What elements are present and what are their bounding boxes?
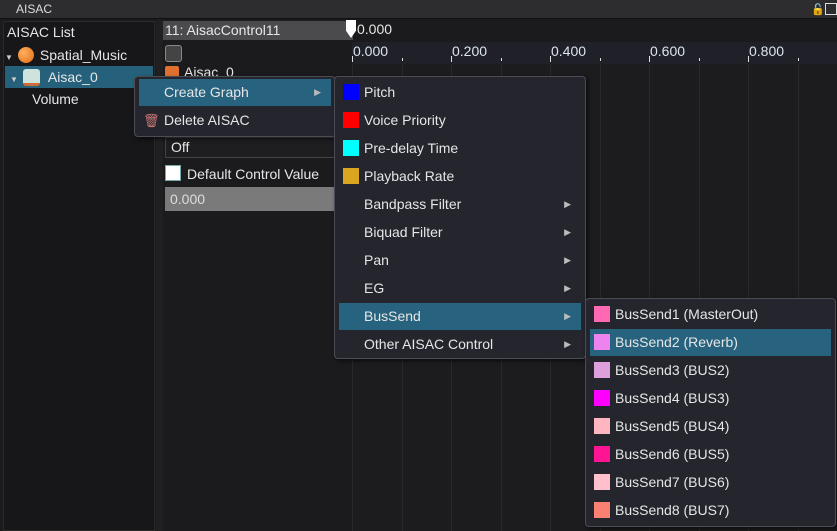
menu-item-other-aisac-control[interactable]: Other AISAC Control ▶ (339, 331, 581, 358)
menu-item-biquad-filter[interactable]: Biquad Filter ▶ (339, 219, 581, 246)
ruler-tick (401, 58, 403, 61)
menu-item-eg[interactable]: EG ▶ (339, 275, 581, 302)
color-swatch (594, 334, 610, 350)
hamburger-menu-icon[interactable] (165, 45, 182, 62)
menu-item-bussend4-bus3[interactable]: BusSend4 (BUS3) (590, 385, 831, 412)
tree-item-volume[interactable]: Volume (5, 88, 153, 110)
color-swatch (594, 390, 610, 406)
tree-label: Volume (32, 91, 79, 107)
mode-dropdown[interactable]: Off (165, 137, 335, 158)
default-value-field[interactable]: 0.000 (165, 187, 335, 211)
menu-item-bussend6-bus5[interactable]: BusSend6 (BUS5) (590, 441, 831, 468)
create-graph-submenu: Pitch Voice Priority Pre-delay Time Playbac… (334, 76, 586, 359)
menu-label: BusSend4 (BUS3) (615, 390, 730, 406)
menu-label: BusSend8 (BUS7) (615, 502, 730, 518)
color-swatch (594, 502, 610, 518)
restore-icon[interactable] (825, 3, 837, 15)
tree-label: Aisac_0 (47, 69, 98, 85)
color-swatch (594, 362, 610, 378)
chevron-right-icon: ▶ (314, 87, 321, 97)
menu-item-create-graph[interactable]: Create Graph ▶ (139, 79, 331, 106)
menu-label: Delete AISAC (164, 112, 250, 128)
ruler-tick-label: 0.600 (650, 43, 686, 59)
menu-item-bussend7-bus6[interactable]: BusSend7 (BUS6) (590, 469, 831, 496)
bussend-submenu: BusSend1 (MasterOut) BusSend2 (Reverb) Bus… (585, 298, 836, 527)
menu-item-voice-priority[interactable]: Voice Priority (339, 107, 581, 134)
color-swatch (343, 168, 359, 184)
menu-item-bussend1-masterout[interactable]: BusSend1 (MasterOut) (590, 301, 831, 328)
context-menu: Create Graph ▶ 🗑 Delete AISAC (134, 76, 336, 137)
color-swatch (594, 306, 610, 322)
menu-label: BusSend7 (BUS6) (615, 474, 730, 490)
tree-item-aisac-0[interactable]: ▼ Aisac_0 (5, 66, 153, 88)
menu-item-bussend[interactable]: BusSend ▶ (339, 303, 581, 330)
chevron-right-icon: ▶ (564, 199, 571, 209)
lock-icon[interactable]: 🔓 (811, 3, 825, 16)
ruler-tick (698, 58, 700, 61)
tree-item-spatial-music[interactable]: ▼ Spatial_Music (5, 44, 153, 66)
menu-item-delete-aisac[interactable]: 🗑 Delete AISAC (139, 107, 331, 134)
menu-item-bandpass-filter[interactable]: Bandpass Filter ▶ (339, 191, 581, 218)
menu-item-pre-delay-time[interactable]: Pre-delay Time (339, 135, 581, 162)
default-control-value-label: Default Control Value (187, 166, 320, 182)
menu-label: BusSend2 (Reverb) (615, 334, 738, 350)
menu-label: Pan (364, 252, 389, 268)
menu-label: Other AISAC Control (364, 336, 494, 352)
chevron-right-icon: ▶ (564, 227, 571, 237)
menu-item-playback-rate[interactable]: Playback Rate (339, 163, 581, 190)
ruler-tick (797, 58, 799, 61)
menu-label: BusSend1 (MasterOut) (615, 306, 759, 322)
menu-item-bussend3-bus2[interactable]: BusSend3 (BUS2) (590, 357, 831, 384)
color-swatch (594, 474, 610, 490)
tree-label: Spatial_Music (39, 47, 128, 63)
trash-icon: 🗑 (143, 113, 160, 128)
menu-label: BusSend5 (BUS4) (615, 418, 730, 434)
menu-item-bussend5-bus4[interactable]: BusSend5 (BUS4) (590, 413, 831, 440)
ruler-tick-label: 0.800 (749, 43, 785, 59)
menu-item-bussend8-bus7[interactable]: BusSend8 (BUS7) (590, 497, 831, 524)
ruler-tick-label: 0.400 (551, 43, 587, 59)
ruler-tick-label: 0.000 (353, 43, 389, 59)
cue-icon (17, 47, 34, 63)
window-title: AISAC (16, 2, 53, 16)
color-swatch (594, 418, 610, 434)
chevron-right-icon: ▶ (564, 339, 571, 349)
ruler-tick (500, 58, 502, 61)
menu-label: Create Graph (164, 84, 249, 100)
ruler-tick-label: 0.200 (452, 43, 488, 59)
color-swatch (343, 112, 359, 128)
menu-label: Bandpass Filter (364, 196, 462, 212)
menu-label: BusSend3 (BUS2) (615, 362, 730, 378)
menu-label: Biquad Filter (364, 224, 443, 240)
chevron-right-icon: ▶ (564, 311, 571, 321)
menu-item-bussend2-reverb[interactable]: BusSend2 (Reverb) (590, 329, 831, 356)
menu-label: EG (364, 280, 385, 296)
aisac-graph-icon (22, 69, 40, 86)
aisac-list-header: AISAC List (7, 24, 75, 40)
menu-label: Playback Rate (364, 168, 455, 184)
aisac-control-name[interactable]: 11: AisacControl11 (163, 21, 353, 40)
menu-item-pitch[interactable]: Pitch (339, 79, 581, 106)
default-control-value-checkbox[interactable] (165, 165, 181, 181)
color-swatch (343, 84, 359, 100)
menu-label: Pre-delay Time (364, 140, 459, 156)
color-swatch (594, 446, 610, 462)
menu-label: Pitch (364, 84, 396, 100)
control-value: 0.000 (357, 21, 393, 37)
color-swatch (343, 140, 359, 156)
menu-label: Voice Priority (364, 112, 446, 128)
ruler-tick (599, 58, 601, 61)
menu-item-pan[interactable]: Pan ▶ (339, 247, 581, 274)
chevron-right-icon: ▶ (564, 255, 571, 265)
menu-label: BusSend (364, 308, 421, 324)
menu-label: BusSend6 (BUS5) (615, 446, 730, 462)
title-bar (0, 0, 837, 19)
chevron-right-icon: ▶ (564, 283, 571, 293)
